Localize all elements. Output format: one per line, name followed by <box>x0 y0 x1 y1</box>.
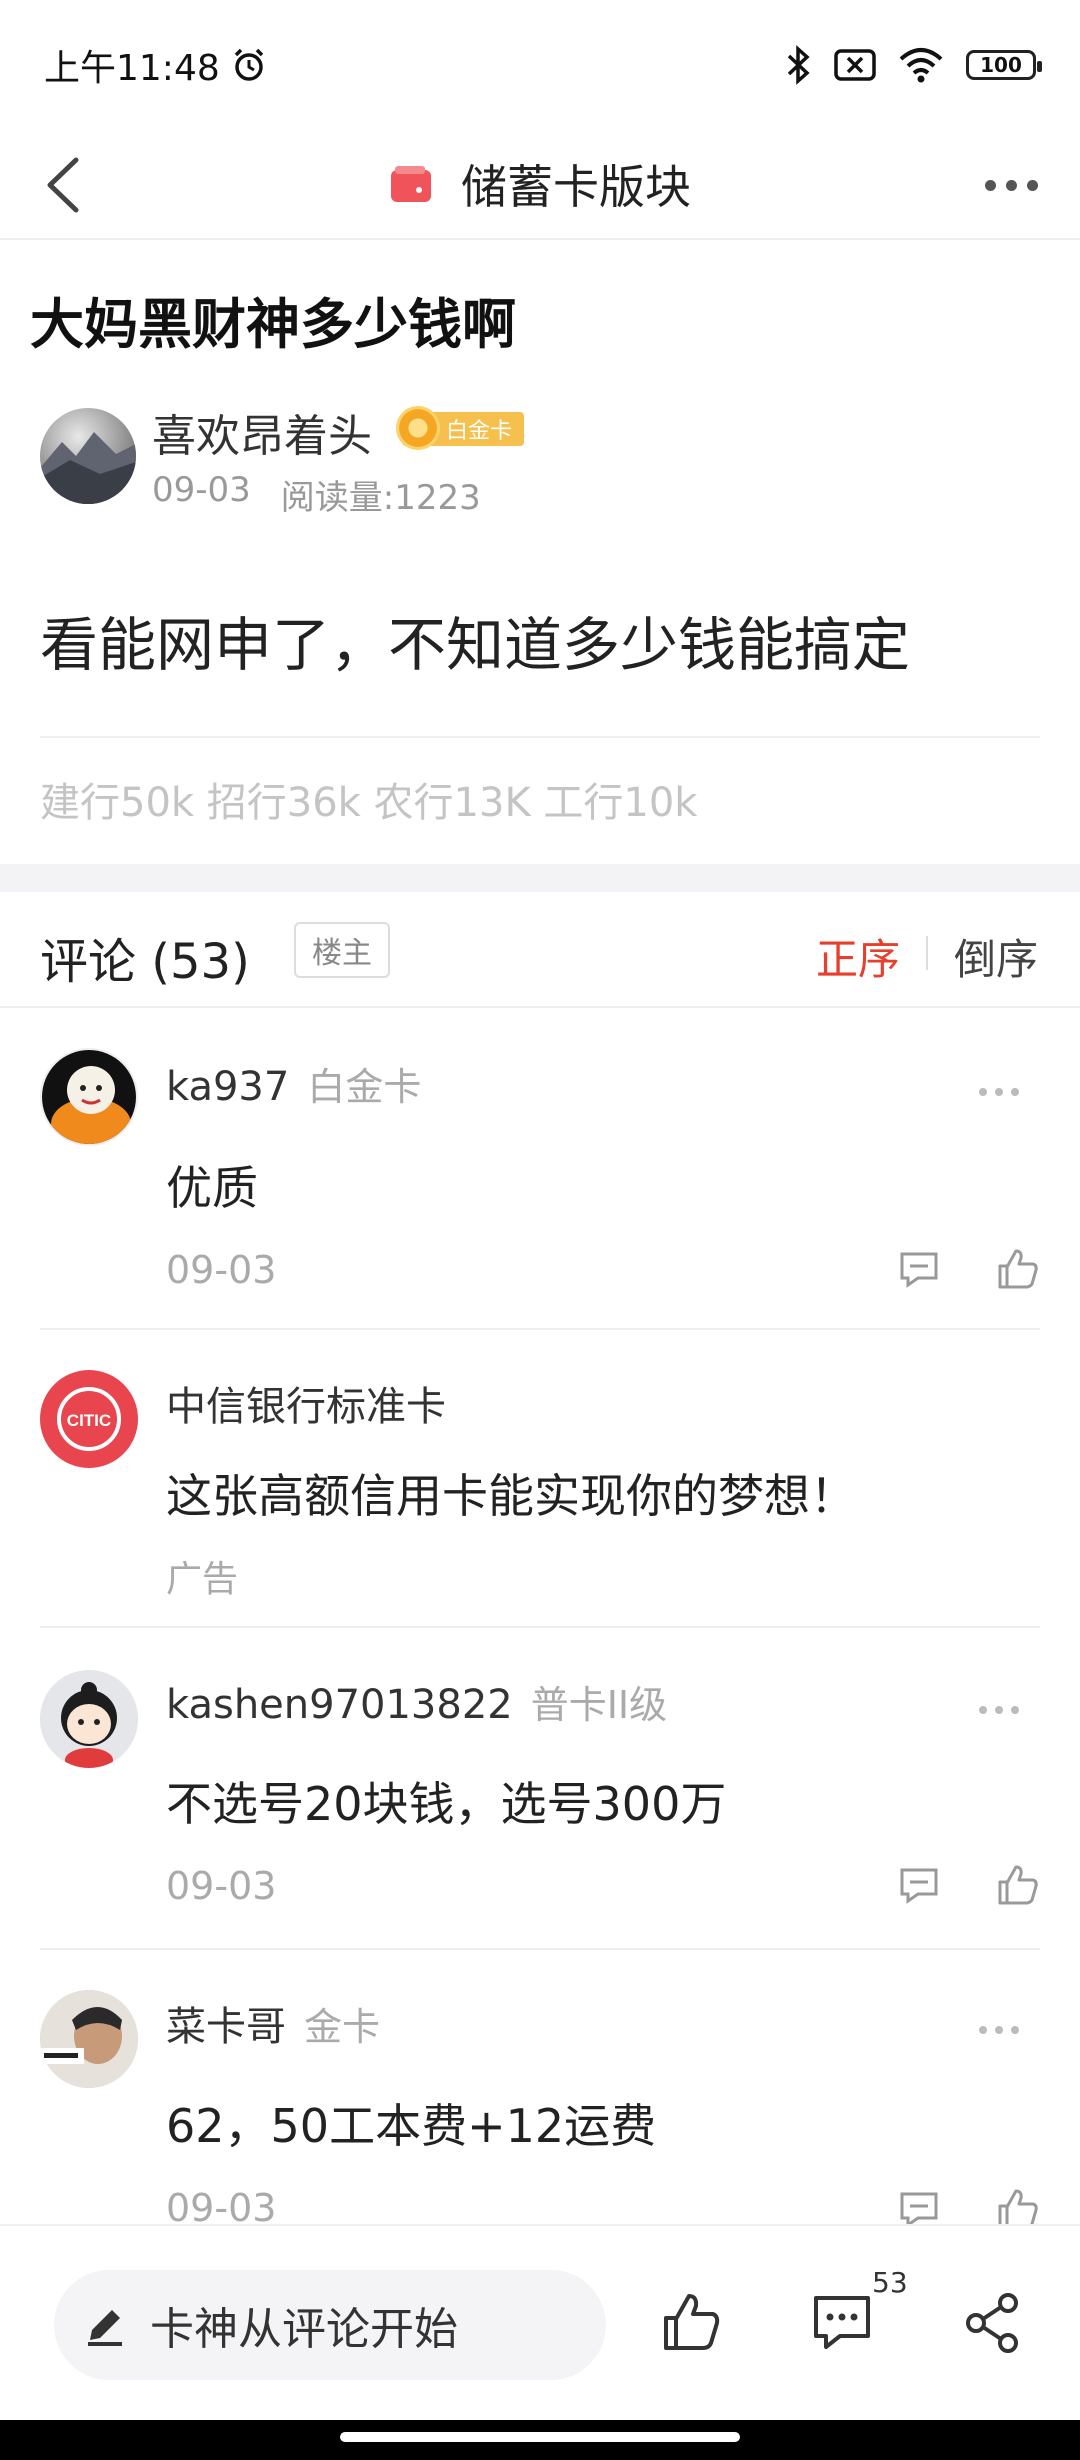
battery-indicator: 100 <box>966 50 1042 80</box>
author-avatar[interactable] <box>40 408 136 504</box>
dot-icon <box>1011 1088 1019 1096</box>
comments-title: 评论 (53) <box>40 934 250 990</box>
dot-icon <box>1005 179 1017 191</box>
commenter-level: 普卡II级 <box>530 1683 668 1727</box>
commenter-name[interactable]: kashen97013822 <box>166 1682 513 1728</box>
dot-icon <box>995 1088 1003 1096</box>
card-section-icon <box>391 166 431 202</box>
comment-date: 09-03 <box>166 1248 277 1292</box>
section-separator <box>0 864 1080 892</box>
ad-item[interactable]: CITIC 中信银行标准卡 这张高额信用卡能实现你的梦想！ 广告 <box>0 1332 1080 1628</box>
author-name[interactable]: 喜欢昂着头 <box>152 400 372 464</box>
comment-input-placeholder: 卡神从评论开始 <box>150 2304 458 2355</box>
pencil-icon <box>88 2310 122 2346</box>
commenter-avatar[interactable] <box>40 1990 138 2088</box>
battery-level: 100 <box>980 53 1022 77</box>
citic-logo-icon: CITIC <box>57 1387 121 1451</box>
comment-more-button[interactable] <box>974 2020 1024 2040</box>
comment-count-badge: 53 <box>872 2266 908 2299</box>
dot-icon <box>984 179 996 191</box>
comments-button[interactable] <box>810 2292 874 2352</box>
ad-logo-text: CITIC <box>67 1411 111 1430</box>
cartoon-avatar-icon <box>42 1050 136 1144</box>
mountain-avatar-icon <box>40 432 136 504</box>
dot-icon <box>979 2026 987 2034</box>
author-level-badge: 白金卡 <box>396 406 525 450</box>
ad-label: 广告 <box>166 1559 239 1600</box>
girl-avatar-icon <box>40 1670 138 1768</box>
post-tags: 建行50k 招行36k 农行13K 工行10k <box>40 780 698 826</box>
share-button[interactable] <box>962 2292 1022 2354</box>
like-post-button[interactable] <box>660 2292 722 2354</box>
more-options-button[interactable] <box>978 160 1044 210</box>
divider <box>40 1328 1040 1330</box>
commenter-avatar[interactable] <box>40 1048 138 1146</box>
comments-header: 评论 (53) 楼主 正序 倒序 <box>0 892 1080 1008</box>
back-button[interactable] <box>36 152 96 218</box>
bluetooth-icon <box>787 45 810 85</box>
post-views: 阅读量:1223 <box>280 478 481 518</box>
divider <box>40 736 1040 738</box>
dot-icon <box>1026 179 1038 191</box>
comment-date: 09-03 <box>166 2186 277 2224</box>
like-icon[interactable] <box>996 1864 1040 1906</box>
owner-only-filter-button[interactable]: 楼主 <box>294 922 390 978</box>
post-meta: 09-03 阅读量:1223 <box>152 470 481 519</box>
commenter-avatar[interactable] <box>40 1670 138 1768</box>
commenter-level: 金卡 <box>304 2005 381 2049</box>
dot-icon <box>1011 2026 1019 2034</box>
owner-only-label: 楼主 <box>312 936 372 971</box>
author-row: 喜欢昂着头 白金卡 09-03 阅读量:1223 <box>40 400 1040 518</box>
reply-icon[interactable] <box>898 2190 940 2224</box>
reply-icon[interactable] <box>898 1250 940 1288</box>
commenter-level: 白金卡 <box>307 1065 422 1109</box>
comment-text: 62，50工本费+12运费 <box>166 2099 657 2153</box>
dot-icon <box>995 1706 1003 1714</box>
dot-icon <box>995 2026 1003 2034</box>
comment-input[interactable]: 卡神从评论开始 <box>54 2270 606 2380</box>
no-sim-icon <box>834 49 876 81</box>
comment-more-button[interactable] <box>974 1700 1024 1720</box>
post-title: 大妈黑财神多少钱啊 <box>30 293 516 356</box>
sort-ascending-button[interactable]: 正序 <box>816 926 900 987</box>
reply-icon[interactable] <box>898 1866 940 1904</box>
dot-icon <box>1011 1706 1019 1714</box>
gear-badge-icon <box>396 406 440 450</box>
home-indicator[interactable] <box>340 2432 740 2442</box>
dot-icon <box>979 1088 987 1096</box>
comment-text: 优质 <box>166 1161 258 1215</box>
ad-text[interactable]: 这张高额信用卡能实现你的梦想！ <box>166 1460 856 1526</box>
comment-item: kashen97013822 普卡II级 不选号20块钱，选号300万 09-0… <box>0 1628 1080 1950</box>
system-gesture-area <box>0 2420 1080 2460</box>
sort-separator <box>926 936 928 970</box>
author-level-label: 白金卡 <box>446 419 513 444</box>
commenter-name[interactable]: 菜卡哥 <box>166 1994 286 2052</box>
post-date: 09-03 <box>152 470 251 510</box>
post-body: 看能网申了，不知道多少钱能搞定 <box>40 611 911 679</box>
photo-avatar-icon <box>40 1990 138 2088</box>
comment-more-button[interactable] <box>974 1082 1024 1102</box>
wifi-icon <box>899 48 943 83</box>
status-bar: 上午11:48 100 <box>0 0 1080 130</box>
sort-descending-button[interactable]: 倒序 <box>954 926 1038 987</box>
comment-item: ka937 白金卡 优质 09-03 <box>0 1008 1080 1332</box>
status-time: 上午11:48 <box>44 48 220 89</box>
like-icon[interactable] <box>996 2188 1040 2224</box>
nav-bar: 储蓄卡版块 <box>0 130 1080 240</box>
page-title: 储蓄卡版块 <box>461 160 691 214</box>
ad-title[interactable]: 中信银行标准卡 <box>166 1374 446 1432</box>
comment-text: 不选号20块钱，选号300万 <box>166 1777 727 1831</box>
dot-icon <box>979 1706 987 1714</box>
like-icon[interactable] <box>996 1248 1040 1290</box>
bottom-action-bar: 卡神从评论开始 53 <box>0 2224 1080 2420</box>
ad-avatar: CITIC <box>40 1370 138 1468</box>
commenter-name[interactable]: ka937 <box>166 1064 289 1110</box>
alarm-icon <box>234 48 263 81</box>
comment-date: 09-03 <box>166 1864 277 1908</box>
comment-item: 菜卡哥 金卡 62，50工本费+12运费 09-03 <box>0 1950 1080 2224</box>
